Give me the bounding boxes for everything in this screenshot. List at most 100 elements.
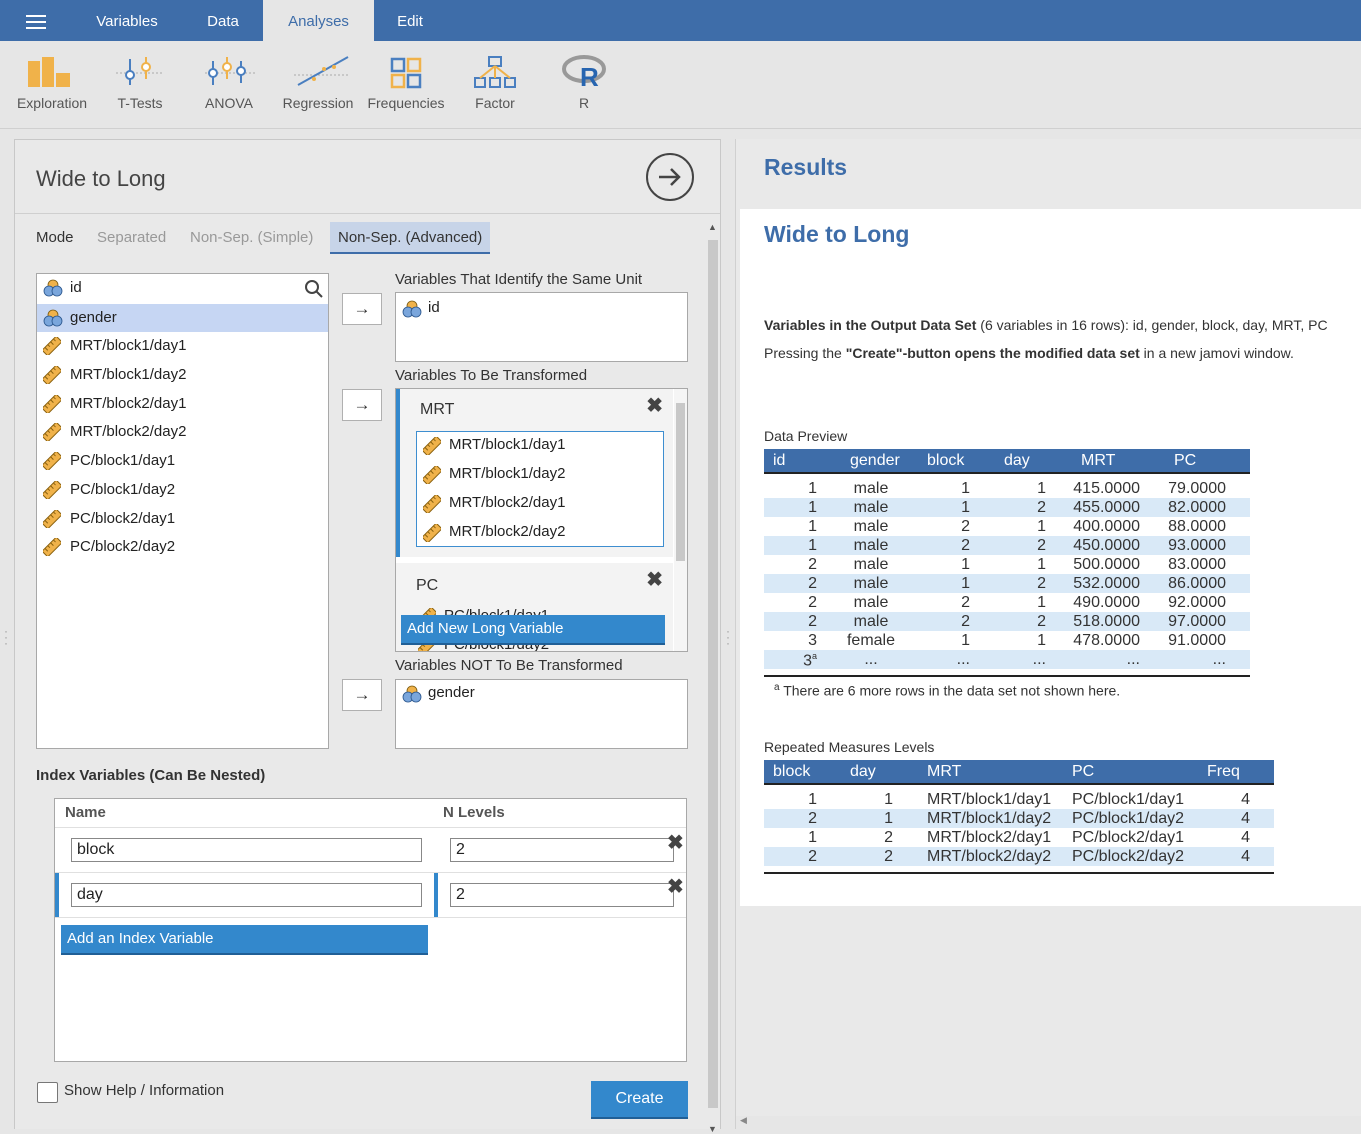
- continuous-variable-icon: [43, 538, 61, 556]
- table-cell: ...: [1032, 651, 1046, 668]
- source-var-item[interactable]: MRT/block1/day2: [37, 361, 328, 389]
- mode-option-separated[interactable]: Separated: [97, 222, 166, 254]
- regression-button[interactable]: Regression: [274, 41, 362, 129]
- table-cell: ...: [956, 651, 970, 668]
- long-var-item[interactable]: MRT/block1/day1: [423, 434, 565, 456]
- source-var-item[interactable]: MRT/block1/day1: [37, 332, 328, 360]
- source-var-item[interactable]: MRT/block2/day1: [37, 390, 328, 418]
- options-panel: Wide to Long Mode Separated Non-Sep. (Si…: [14, 139, 721, 1134]
- source-var-label: PC/block2/day2: [70, 538, 176, 555]
- long-var-item[interactable]: MRT/block1/day2: [423, 463, 565, 485]
- table-cell: 93.0000: [1168, 537, 1226, 554]
- id-var-item[interactable]: id: [402, 296, 440, 320]
- long-var-item[interactable]: MRT/block2/day1: [423, 492, 565, 514]
- scroll-left-icon[interactable]: ◀: [740, 1115, 747, 1126]
- frequencies-button[interactable]: Frequencies: [362, 41, 450, 129]
- continuous-variable-icon: [43, 510, 61, 528]
- id-var-label: id: [428, 299, 440, 316]
- table-cell: 2: [884, 848, 893, 865]
- factor-button[interactable]: Factor: [451, 41, 539, 129]
- add-index-variable-button[interactable]: Add an Index Variable: [61, 925, 428, 955]
- remove-index-icon[interactable]: ✖: [667, 830, 684, 855]
- long-var-name: MRT: [420, 401, 455, 418]
- table-cell: 1: [808, 480, 817, 497]
- table-row: 1 2 MRT/block2/day1 PC/block2/day1 4: [764, 828, 1274, 847]
- anova-label: ANOVA: [205, 95, 253, 111]
- row-divider: [55, 917, 686, 918]
- table-cell: 83.0000: [1168, 556, 1226, 573]
- index-levels-input[interactable]: 2: [450, 838, 674, 862]
- create-button[interactable]: Create: [591, 1081, 688, 1119]
- remove-index-icon[interactable]: ✖: [667, 874, 684, 899]
- column-header: Freq: [1207, 763, 1240, 780]
- not-transform-item[interactable]: gender: [402, 681, 475, 705]
- not-transform-box[interactable]: gender: [395, 679, 688, 749]
- nominal-variable-icon: [43, 279, 63, 297]
- table-row: 1 male 2 2 450.0000 93.0000: [764, 536, 1250, 555]
- source-var-item[interactable]: gender: [37, 304, 328, 332]
- ttests-button[interactable]: T-Tests: [96, 41, 184, 129]
- table-cell: PC/block2/day1: [1072, 829, 1185, 846]
- index-name-input[interactable]: day: [71, 883, 422, 907]
- move-to-id-button[interactable]: →: [342, 293, 382, 325]
- long-var-item[interactable]: MRT/block2/day2: [423, 521, 565, 543]
- tab-edit[interactable]: Edit: [380, 0, 440, 41]
- output-vars-rest: (6 variables in 16 rows): id, gender, bl…: [976, 317, 1328, 333]
- table-cell: ...: [1212, 651, 1226, 668]
- tab-data[interactable]: Data: [186, 0, 260, 41]
- index-name-input[interactable]: block: [71, 838, 422, 862]
- transform-scrollbar[interactable]: [674, 389, 687, 651]
- index-variables-table: Name N Levels block 2 ✖ day 2 ✖ Add an I…: [54, 798, 687, 1062]
- source-var-item[interactable]: PC/block2/day2: [37, 533, 328, 561]
- table-cell: 2: [808, 594, 817, 611]
- hamburger-menu-icon[interactable]: [26, 15, 46, 29]
- mode-option-nonsep-advanced[interactable]: Non-Sep. (Advanced): [330, 222, 491, 254]
- long-var-items: MRT/block1/day1 MRT/block1/day2 MRT/block2…: [416, 431, 664, 547]
- source-var-item[interactable]: PC/block2/day1: [37, 505, 328, 533]
- table-cell: 1: [808, 791, 817, 808]
- table-cell: 1: [961, 632, 970, 649]
- id-vars-box[interactable]: id: [395, 292, 688, 362]
- scroll-up-icon[interactable]: ▲: [708, 222, 717, 232]
- left-splitter-handle[interactable]: · · ·: [4, 625, 8, 649]
- table-cell: 1: [1037, 632, 1046, 649]
- source-var-label: gender: [70, 309, 117, 326]
- table-row: 1 male 1 2 455.0000 82.0000: [764, 498, 1250, 517]
- center-splitter-handle[interactable]: · · ·: [726, 625, 730, 649]
- results-hscrollbar[interactable]: ◀: [736, 1115, 1361, 1129]
- anova-button[interactable]: ANOVA: [185, 41, 273, 129]
- move-to-not-transform-button[interactable]: →: [342, 679, 382, 711]
- scroll-thumb[interactable]: [708, 240, 718, 1108]
- source-var-item[interactable]: PC/block1/day2: [37, 476, 328, 504]
- add-long-variable-button[interactable]: Add New Long Variable: [401, 615, 665, 645]
- table-row: 2 male 2 2 518.0000 97.0000: [764, 612, 1250, 631]
- show-help-checkbox[interactable]: [37, 1082, 58, 1103]
- long-var-group-mrt[interactable]: MRT ✖ MRT/block1/day1 MRT/block1/day2 MRT/…: [396, 389, 673, 557]
- tab-analyses[interactable]: Analyses: [263, 0, 374, 41]
- remove-group-icon[interactable]: ✖: [646, 393, 663, 418]
- panel-scrollbar[interactable]: ▲ ▼: [707, 218, 719, 1134]
- transform-scroll-thumb[interactable]: [676, 403, 685, 561]
- remove-group-icon[interactable]: ✖: [646, 567, 663, 592]
- source-var-item[interactable]: MRT/block2/day2: [37, 418, 328, 446]
- table-cell: 86.0000: [1168, 575, 1226, 592]
- long-var-item-label: MRT/block2/day2: [449, 523, 566, 540]
- source-var-item[interactable]: id: [37, 274, 328, 302]
- table-cell: 1: [961, 499, 970, 516]
- r-button[interactable]: R R: [540, 41, 628, 129]
- r-label: R: [578, 95, 590, 111]
- not-transform-label: Variables NOT To Be Transformed: [395, 657, 623, 674]
- column-header: MRT: [1081, 452, 1116, 469]
- continuous-variable-icon: [43, 337, 61, 355]
- move-to-transform-button[interactable]: →: [342, 389, 382, 421]
- table-cell: 455.0000: [1073, 499, 1140, 516]
- table-cell: 490.0000: [1073, 594, 1140, 611]
- scroll-down-icon[interactable]: ▼: [708, 1124, 717, 1134]
- go-arrow-button[interactable]: [646, 153, 694, 201]
- tab-variables[interactable]: Variables: [80, 0, 174, 41]
- exploration-button[interactable]: Exploration: [8, 41, 96, 129]
- long-var-item-label: MRT/block2/day1: [449, 494, 566, 511]
- mode-option-nonsep-simple[interactable]: Non-Sep. (Simple): [190, 222, 313, 254]
- source-var-item[interactable]: PC/block1/day1: [37, 447, 328, 475]
- index-levels-input[interactable]: 2: [450, 883, 674, 907]
